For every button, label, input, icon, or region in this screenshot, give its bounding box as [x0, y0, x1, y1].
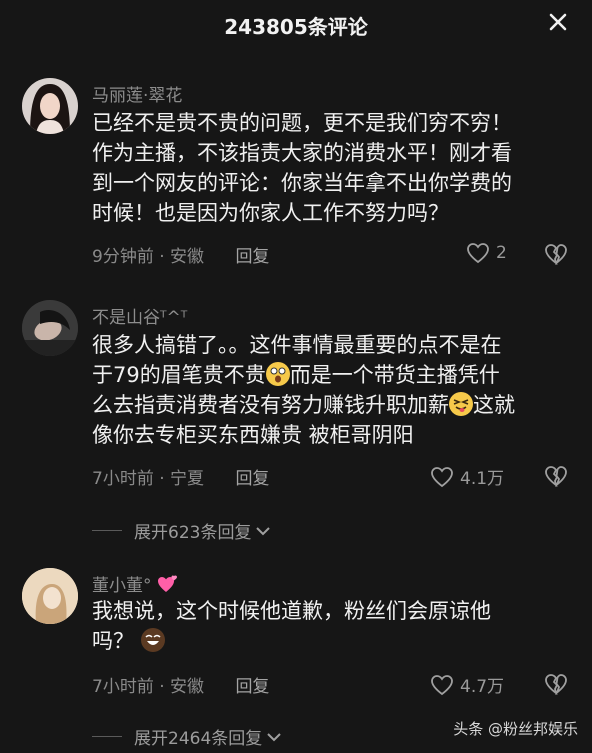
heart-icon: [431, 466, 453, 487]
like-count: 2: [496, 243, 507, 263]
comment-text: 已经不是贵不贵的问题，更不是我们穷不穷！ 作为主播，不该指责大家的消费水平！刚才…: [92, 111, 512, 225]
comment-meta: 7小时前 · 安徽 回复: [92, 672, 269, 697]
broken-heart-icon[interactable]: [544, 465, 568, 487]
username[interactable]: 马丽莲·翠花: [92, 81, 182, 106]
like-button[interactable]: 2: [466, 242, 507, 264]
expand-replies-label: 展开2464条回复: [134, 729, 263, 749]
laughing-emoji-icon: [140, 628, 165, 652]
time-location: 9分钟前 · 安徽: [92, 247, 205, 267]
like-button[interactable]: 4.7万: [430, 672, 504, 697]
broken-heart-icon[interactable]: [544, 243, 568, 265]
close-icon[interactable]: [546, 10, 570, 34]
chevron-down-icon: [256, 526, 271, 535]
avatar[interactable]: [22, 300, 78, 356]
like-button[interactable]: 4.1万: [430, 464, 504, 489]
comment-text: 很多人搞错了。。这件事情最重要的点不是在 于79的眉笔贵不贵 而是一个带货主播凭…: [92, 333, 515, 447]
comment-count-title: 243805条评论: [224, 15, 368, 39]
shocked-emoji-icon: [265, 362, 290, 386]
comments-header: 243805条评论: [0, 0, 592, 52]
divider: [92, 530, 122, 531]
avatar[interactable]: [22, 568, 78, 624]
comment-text: 我想说，这个时候他道歉，粉丝们会原谅他 吗？: [92, 599, 491, 653]
expand-replies-button[interactable]: 展开2464条回复: [92, 724, 283, 749]
reply-button[interactable]: 回复: [235, 247, 269, 267]
tongue-wink-emoji-icon: [449, 392, 473, 416]
broken-heart-icon[interactable]: [544, 673, 568, 695]
expand-replies-label: 展开623条回复: [134, 523, 252, 543]
reply-button[interactable]: 回复: [235, 677, 269, 697]
like-count: 4.1万: [460, 469, 505, 489]
time-location: 7小时前 · 宁夏: [92, 469, 205, 489]
like-count: 4.7万: [460, 677, 505, 697]
comment-meta: 9分钟前 · 安徽 回复: [92, 242, 269, 267]
avatar[interactable]: [22, 78, 78, 134]
username[interactable]: 不是山谷ᵀ^ᵀ: [92, 303, 187, 328]
chevron-down-icon: [267, 732, 281, 741]
comment-meta: 7小时前 · 宁夏 回复: [92, 464, 269, 489]
heart-emoji-icon: [157, 575, 177, 592]
divider: [92, 736, 122, 737]
heart-icon: [467, 243, 489, 264]
watermark: 头条 @粉丝邦娱乐: [453, 720, 578, 738]
expand-replies-button[interactable]: 展开623条回复: [92, 518, 272, 543]
time-location: 7小时前 · 安徽: [92, 677, 205, 697]
heart-icon: [431, 674, 453, 695]
reply-button[interactable]: 回复: [235, 469, 269, 489]
username[interactable]: 董小董°: [92, 571, 179, 596]
